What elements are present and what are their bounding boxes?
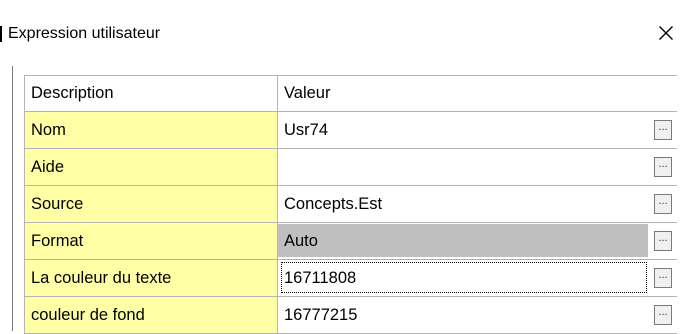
ellipsis-button[interactable]: ... (654, 157, 672, 177)
close-icon (659, 26, 673, 40)
dialog-title: Expression utilisateur (8, 25, 161, 42)
property-label: La couleur du texte (24, 259, 278, 297)
grid-header-row: Description Valeur (24, 75, 677, 112)
ellipsis-button[interactable]: ... (654, 268, 672, 288)
selection-highlight (278, 224, 648, 257)
content-frame-border (12, 66, 13, 331)
property-value-cell[interactable]: 16777215 ... (277, 296, 677, 334)
property-label: Format (24, 222, 278, 260)
property-value-cell-selected[interactable]: Auto ... (277, 222, 677, 260)
grid-row-text-color[interactable]: La couleur du texte 16711808 ... (24, 259, 677, 297)
column-header-value: Valeur (277, 75, 677, 112)
underlying-window-edge (0, 26, 2, 42)
grid-row-nom[interactable]: Nom Usr74 ... (24, 111, 677, 149)
property-label: Aide (24, 148, 278, 186)
ellipsis-button[interactable]: ... (654, 194, 672, 214)
property-value: Concepts.Est (284, 194, 383, 213)
property-value: Usr74 (284, 120, 329, 139)
property-value: 16777215 (284, 305, 358, 324)
property-label: couleur de fond (24, 296, 278, 334)
title-bar: Expression utilisateur (3, 0, 685, 66)
property-value: Auto (284, 231, 318, 250)
ellipsis-button[interactable]: ... (654, 120, 672, 140)
property-label: Nom (24, 111, 278, 149)
grid-row-format[interactable]: Format Auto ... (24, 222, 677, 260)
property-value-cell[interactable]: Usr74 ... (277, 111, 677, 149)
property-value-cell[interactable]: ... (277, 148, 677, 186)
property-label: Source (24, 185, 278, 223)
ellipsis-button[interactable]: ... (654, 305, 672, 325)
ellipsis-button[interactable]: ... (654, 231, 672, 251)
property-value-cell-focused[interactable]: 16711808 ... (277, 259, 677, 297)
grid-row-source[interactable]: Source Concepts.Est ... (24, 185, 677, 223)
user-expression-dialog: Expression utilisateur Description Valeu… (3, 0, 685, 334)
property-value-cell[interactable]: Concepts.Est ... (277, 185, 677, 223)
property-value: 16711808 (284, 268, 357, 287)
property-grid: Description Valeur Nom Usr74 ... Aide ..… (24, 75, 677, 334)
column-header-description: Description (24, 75, 278, 112)
close-button[interactable] (649, 16, 683, 50)
grid-row-background-color[interactable]: couleur de fond 16777215 ... (24, 296, 677, 334)
grid-row-aide[interactable]: Aide ... (24, 148, 677, 186)
